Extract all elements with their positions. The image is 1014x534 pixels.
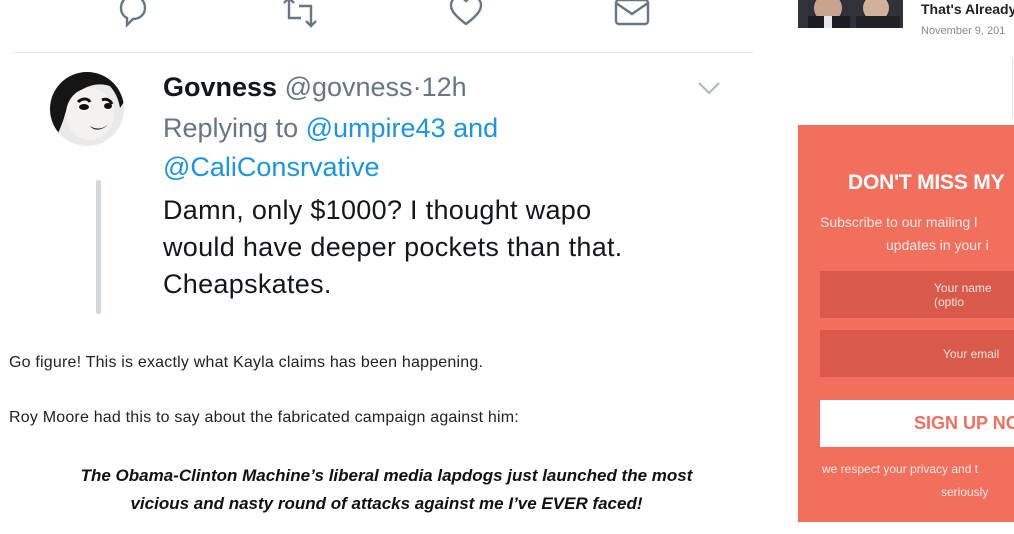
replying-to-line-2: @CaliConsrvative	[163, 150, 379, 184]
author-name[interactable]: Govness	[163, 72, 277, 102]
replying-to-line: Replying to @umpire43 and	[163, 111, 498, 145]
dm-icon[interactable]	[612, 0, 652, 32]
replying-to-label: Replying to	[163, 113, 299, 143]
tweet-divider	[12, 52, 753, 53]
article-paragraph: Go figure! This is exactly what Kayla cl…	[9, 354, 484, 371]
tweet-text-line: Cheapskates.	[163, 269, 332, 299]
sign-up-button[interactable]: SIGN UP NO	[820, 400, 1014, 447]
retweet-icon[interactable]	[280, 0, 320, 32]
related-post-date: November 9, 201	[921, 25, 1006, 37]
reply-mention-umpire43[interactable]: @umpire43	[306, 113, 446, 143]
quote-line: The Obama-Clinton Machine’s liberal medi…	[80, 466, 693, 485]
name-field[interactable]: Your name (optio	[820, 271, 1014, 318]
chevron-down-icon[interactable]	[697, 78, 721, 98]
reply-icon[interactable]	[113, 0, 153, 32]
newsletter-optin: DON'T MISS MY Subscribe to our mailing l…	[798, 125, 1014, 522]
privacy-note: seriously	[941, 485, 989, 499]
email-field[interactable]: Your email	[820, 330, 1014, 377]
tweet-text: Damn, only $1000? I thought wapo would h…	[163, 192, 723, 303]
related-post-thumbnail[interactable]	[798, 0, 903, 28]
thread-connector	[96, 180, 101, 314]
avatar[interactable]	[50, 72, 124, 146]
reply-and: and	[453, 113, 499, 143]
reply-mention-caliconsrvative[interactable]: @CaliConsrvative	[163, 152, 379, 182]
tweet-header: Govness @govness·12h	[163, 70, 467, 104]
tweet-time[interactable]: 12h	[422, 72, 467, 102]
tweet-text-line: would have deeper pockets than that.	[163, 232, 623, 262]
author-handle[interactable]: @govness	[285, 72, 413, 102]
like-icon[interactable]	[446, 0, 486, 32]
related-post-title[interactable]: That's Already	[921, 1, 1014, 17]
separator: ·	[412, 72, 422, 102]
blockquote: The Obama-Clinton Machine’s liberal medi…	[14, 462, 759, 518]
optin-title: DON'T MISS MY	[848, 171, 1005, 194]
article-paragraph: Roy Moore had this to say about the fabr…	[9, 409, 519, 426]
optin-subtitle: updates in your i	[886, 237, 989, 253]
name-field-placeholder: Your name (optio	[934, 280, 992, 309]
quote-line: vicious and nasty round of attacks again…	[130, 494, 643, 513]
sidebar-divider	[1012, 58, 1013, 118]
tweet-text-line: Damn, only $1000? I thought wapo	[163, 195, 592, 225]
optin-subtitle: Subscribe to our mailing l	[820, 214, 978, 230]
tweet-action-bar	[0, 0, 760, 40]
privacy-note: we respect your privacy and t	[822, 462, 979, 476]
email-field-placeholder: Your email	[943, 346, 1000, 361]
